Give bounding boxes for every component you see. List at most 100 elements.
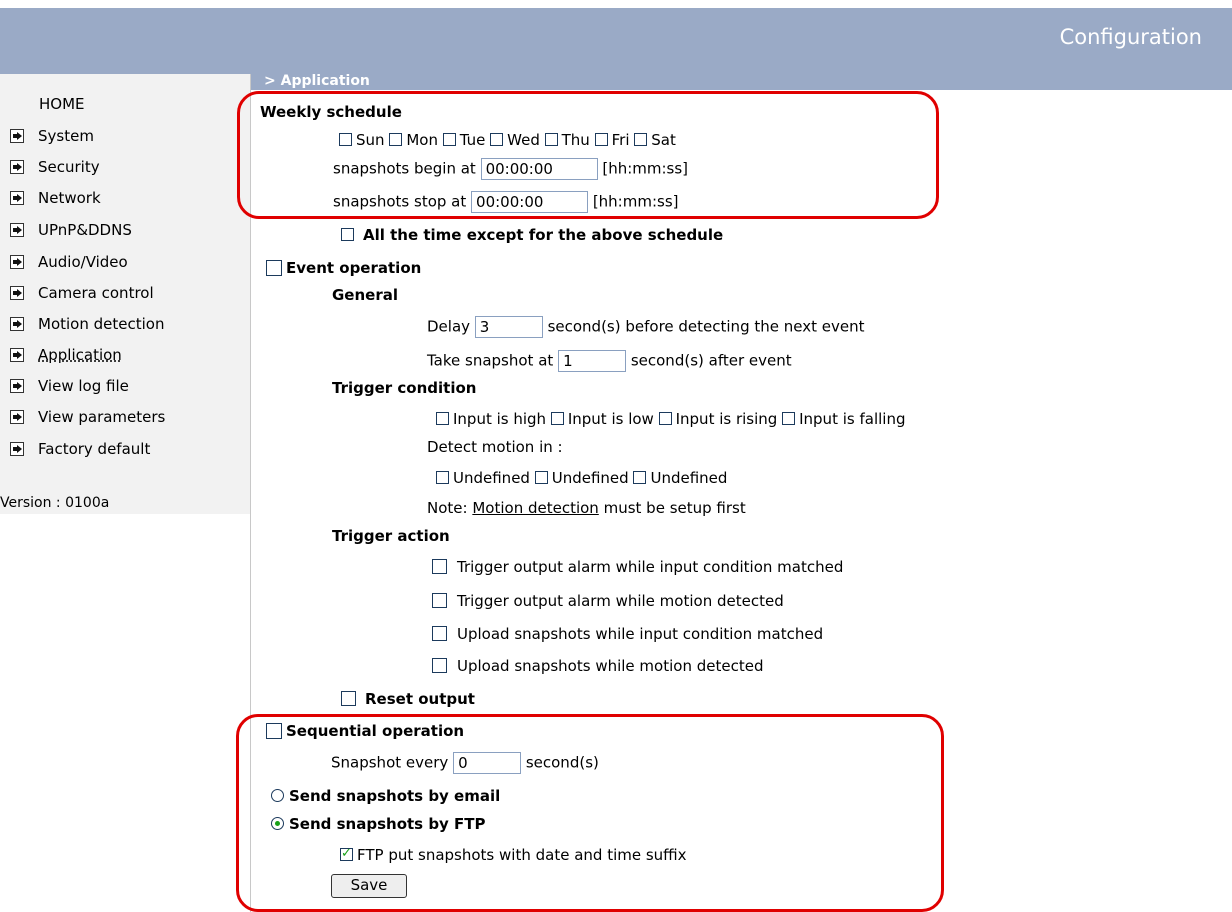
breadcrumb: > Application [264, 73, 370, 89]
day-label: Wed [507, 131, 540, 149]
page-title: Configuration [1059, 25, 1202, 49]
motion-window-3-checkbox[interactable] [633, 471, 647, 484]
ftp-option-row: Send snapshots by FTP [271, 815, 486, 833]
day-checkbox-fri[interactable] [594, 133, 608, 146]
sidebar-item-upnp-ddns[interactable]: UPnP&DDNS [10, 220, 132, 240]
arrow-icon [10, 129, 24, 143]
delay-label: Delay [427, 317, 471, 336]
day-checkbox-sat[interactable] [634, 133, 648, 146]
action-row: Trigger output alarm while motion detect… [432, 592, 784, 610]
motion-window-label: Undefined [551, 469, 629, 487]
event-operation-checkbox[interactable] [266, 260, 282, 276]
sidebar-item-system[interactable]: System [10, 126, 94, 146]
action-upload-input-checkbox[interactable] [432, 626, 447, 641]
note-prefix: Note: [427, 499, 468, 517]
day-checkbox-sun[interactable] [339, 133, 352, 146]
snapshot-every-input[interactable]: 0 [453, 752, 522, 774]
sidebar-item-view-parameters[interactable]: View parameters [10, 407, 165, 427]
day-label: Mon [406, 131, 438, 149]
save-button[interactable]: Save [331, 874, 407, 898]
sequential-operation-label: Sequential operation [286, 722, 465, 740]
input-conditions-row: Input is high Input is low Input is risi… [436, 410, 905, 428]
sidebar-item-factory-default[interactable]: Factory default [10, 439, 150, 459]
except-schedule-row: All the time except for the above schedu… [341, 226, 723, 244]
day-label: Tue [459, 131, 486, 149]
input-falling-checkbox[interactable] [782, 412, 796, 425]
detect-motion-label: Detect motion in : [427, 438, 563, 456]
event-operation-row: Event operation [266, 259, 421, 277]
delay-row: Delay 3 second(s) before detecting the n… [427, 316, 864, 338]
day-label: Thu [561, 131, 590, 149]
sidebar-item-motion-detection[interactable]: Motion detection [10, 314, 164, 334]
sidebar-item-application[interactable]: Application [10, 345, 122, 365]
sidebar-item-security[interactable]: Security [10, 157, 100, 177]
input-rising-checkbox[interactable] [658, 412, 672, 425]
day-checkbox-tue[interactable] [442, 133, 456, 146]
arrow-icon [10, 160, 24, 174]
sidebar-item-label: View log file [38, 377, 129, 395]
snapshot-at-input[interactable]: 1 [558, 350, 627, 372]
time-format-hint: [hh:mm:ss] [602, 159, 689, 178]
sidebar-item-view-log-file[interactable]: View log file [10, 376, 129, 396]
email-option-row: Send snapshots by email [271, 787, 500, 805]
arrow-icon [10, 286, 24, 300]
arrow-icon [10, 442, 24, 456]
input-high-label: Input is high [453, 410, 547, 428]
stop-row: snapshots stop at 00:00:00 [hh:mm:ss] [333, 191, 679, 213]
sidebar-item-audio-video[interactable]: Audio/Video [10, 252, 128, 272]
motion-window-label: Undefined [453, 469, 530, 487]
ftp-suffix-checkbox[interactable] [340, 845, 353, 863]
snapshot-every-label: Snapshot every [331, 753, 449, 772]
arrow-icon [10, 191, 24, 205]
delay-suffix: second(s) before detecting the next even… [547, 317, 865, 336]
day-checkbox-thu[interactable] [544, 133, 558, 146]
email-radio[interactable] [271, 789, 284, 802]
arrow-icon [10, 223, 24, 237]
input-falling-label: Input is falling [799, 410, 906, 428]
sidebar-item-label: Audio/Video [38, 253, 128, 271]
input-low-checkbox[interactable] [550, 412, 564, 425]
reset-output-row: Reset output [341, 690, 475, 708]
sidebar-home-link[interactable]: HOME [39, 95, 85, 113]
motion-windows-row: Undefined Undefined Undefined [436, 469, 727, 487]
snapshot-at-label: Take snapshot at [427, 351, 554, 370]
sidebar-item-label: Network [38, 189, 101, 207]
breadcrumb-bar: > Application [250, 73, 1232, 90]
action-alarm-input-checkbox[interactable] [432, 559, 447, 574]
motion-window-label: Undefined [650, 469, 728, 487]
begin-time-input[interactable]: 00:00:00 [480, 158, 598, 180]
input-high-checkbox[interactable] [436, 412, 449, 425]
motion-window-2-checkbox[interactable] [534, 471, 548, 484]
sidebar-item-label: System [38, 127, 94, 145]
note-row: Note: Motion detection must be setup fir… [427, 499, 746, 517]
arrow-icon [10, 348, 24, 362]
sidebar-item-label: Motion detection [38, 315, 165, 333]
reset-output-label: Reset output [365, 690, 475, 708]
email-option-label: Send snapshots by email [289, 787, 501, 805]
reset-output-checkbox[interactable] [341, 691, 356, 706]
sidebar-item-camera-control[interactable]: Camera control [10, 283, 154, 303]
stop-label: snapshots stop at [333, 192, 467, 211]
motion-detection-link[interactable]: Motion detection [472, 499, 598, 517]
motion-window-1-checkbox[interactable] [436, 471, 449, 484]
sidebar-item-label: Factory default [38, 440, 151, 458]
arrow-icon [10, 317, 24, 331]
stop-time-input[interactable]: 00:00:00 [471, 191, 589, 213]
except-schedule-checkbox[interactable] [341, 228, 354, 241]
action-alarm-motion-checkbox[interactable] [432, 593, 447, 608]
day-checkbox-mon[interactable] [389, 133, 403, 146]
ftp-radio[interactable] [271, 817, 284, 830]
action-row: Upload snapshots while input condition m… [432, 625, 823, 643]
general-heading: General [332, 286, 398, 304]
weekly-schedule-title: Weekly schedule [260, 103, 402, 121]
note-suffix: must be setup first [603, 499, 746, 517]
day-checkbox-wed[interactable] [490, 133, 504, 146]
trigger-condition-heading: Trigger condition [332, 379, 477, 397]
input-rising-label: Input is rising [675, 410, 778, 428]
begin-row: snapshots begin at 00:00:00 [hh:mm:ss] [333, 158, 688, 180]
sequential-operation-checkbox[interactable] [266, 723, 282, 739]
event-operation-label: Event operation [286, 259, 422, 277]
delay-input[interactable]: 3 [474, 316, 543, 338]
sidebar-item-network[interactable]: Network [10, 188, 101, 208]
action-upload-motion-checkbox[interactable] [432, 658, 447, 673]
